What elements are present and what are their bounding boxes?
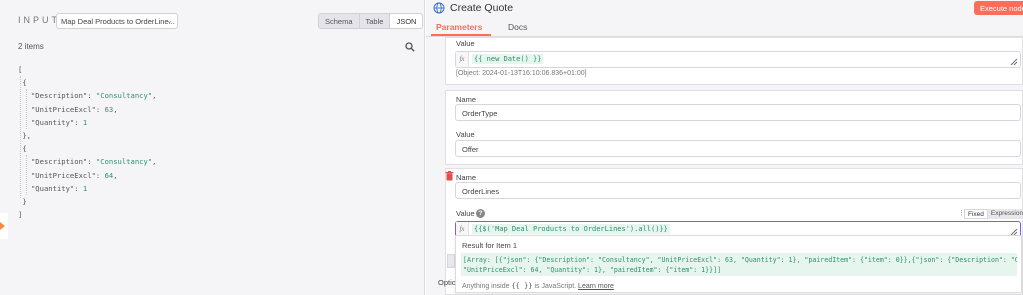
fx-icon: fx xyxy=(456,52,469,67)
json-line: [ xyxy=(18,65,23,74)
footer-text: is JavaScript. xyxy=(534,283,577,290)
view-tab-json[interactable]: JSON xyxy=(390,14,423,28)
collapsed-control xyxy=(447,254,455,268)
globe-icon xyxy=(433,2,445,14)
help-icon[interactable]: ? xyxy=(476,209,485,218)
expression-result-popup: Result for Item 1 [Array: [{"json": {"De… xyxy=(455,235,1022,293)
json-line: }, xyxy=(22,131,31,141)
view-tab-schema[interactable]: Schema xyxy=(319,14,360,28)
json-key: "UnitPriceExcl" xyxy=(30,104,96,114)
json-value: 1 xyxy=(82,117,88,127)
expression-code: {{$('Map Deal Products to OrderLines').a… xyxy=(472,224,670,234)
field-label-value: Value xyxy=(456,209,475,218)
input-connector-tab[interactable] xyxy=(0,213,8,239)
fixed-option[interactable]: Fixed xyxy=(964,209,988,219)
field-label-value: Value xyxy=(456,130,475,139)
json-key: "Quantity" xyxy=(30,183,75,193)
name-field[interactable]: OrderLines xyxy=(455,182,1021,199)
options-label: Optio xyxy=(438,278,456,287)
view-toggle: Schema Table JSON xyxy=(318,13,424,29)
expand-icon[interactable] xyxy=(1010,58,1018,66)
json-value: 64 xyxy=(104,170,114,180)
input-label: INPUT xyxy=(18,15,60,25)
json-key: "Description" xyxy=(30,157,88,167)
fixed-expression-toggle: Fixed Expression xyxy=(964,209,1023,219)
json-key: "UnitPriceExcl" xyxy=(30,170,96,180)
json-key: "Description" xyxy=(30,91,88,101)
json-value: 63 xyxy=(104,104,114,114)
json-key: "Quantity" xyxy=(30,117,75,127)
expression-option[interactable]: Expression xyxy=(987,209,1023,219)
json-line: { xyxy=(22,78,27,88)
footer-text: Anything inside xyxy=(462,283,510,290)
learn-more-link[interactable]: Learn more xyxy=(578,283,614,290)
search-icon[interactable] xyxy=(405,42,415,52)
result-line: [Array: [{"json": {"Description": "Consu… xyxy=(463,256,1017,264)
value-field[interactable]: Offer xyxy=(455,140,1021,157)
chevron-down-icon: ⌄ xyxy=(166,16,173,25)
json-line: ] xyxy=(18,210,23,220)
tab-parameters[interactable]: Parameters xyxy=(436,22,482,32)
tab-docs[interactable]: Docs xyxy=(508,22,527,32)
value-expression-field[interactable]: fx {{ new Date() }} xyxy=(455,51,1021,68)
field-label-value: Value xyxy=(456,39,475,48)
field-label-name: Name xyxy=(456,173,477,182)
json-value: 1 xyxy=(82,183,88,193)
json-line: { xyxy=(22,144,27,154)
input-node-select-value: Map Deal Products to OrderLine... xyxy=(61,17,175,26)
result-footer: Anything inside {{ }} is JavaScript. Lea… xyxy=(462,282,614,290)
expression-code: {{ new Date() }} xyxy=(472,54,544,64)
json-view: [ { "Description": "Consultancy", "UnitP… xyxy=(18,65,157,220)
items-count: 2 items xyxy=(18,42,44,51)
field-label-name: Name xyxy=(456,95,477,104)
footer-code: {{ }} xyxy=(511,282,533,290)
result-output: [Array: [{"json": {"Description": "Consu… xyxy=(461,253,1017,276)
json-line: } xyxy=(22,197,27,207)
input-panel: INPUT Map Deal Products to OrderLine... … xyxy=(0,0,425,295)
trash-icon[interactable] xyxy=(445,171,454,181)
node-settings-panel: Create Quote Execute node Parameters Doc… xyxy=(426,0,1023,295)
input-node-select[interactable]: Map Deal Products to OrderLine... ⌄ xyxy=(56,13,178,29)
arrow-right-icon xyxy=(0,222,5,230)
json-value: "Consultancy" xyxy=(95,157,153,167)
json-value: "Consultancy" xyxy=(95,91,153,101)
node-title: Create Quote xyxy=(450,2,514,14)
execute-node-button[interactable]: Execute node xyxy=(974,1,1023,15)
name-field[interactable]: OrderType xyxy=(455,104,1021,121)
result-title: Result for Item 1 xyxy=(462,241,518,250)
expression-result-hint: [Object: 2024-01-13T16:10:06.836+01:00] xyxy=(456,70,587,77)
view-tab-table[interactable]: Table xyxy=(359,14,391,28)
result-line: "UnitPriceExcl": 64, "Quantity": 1}, "pa… xyxy=(463,266,722,274)
